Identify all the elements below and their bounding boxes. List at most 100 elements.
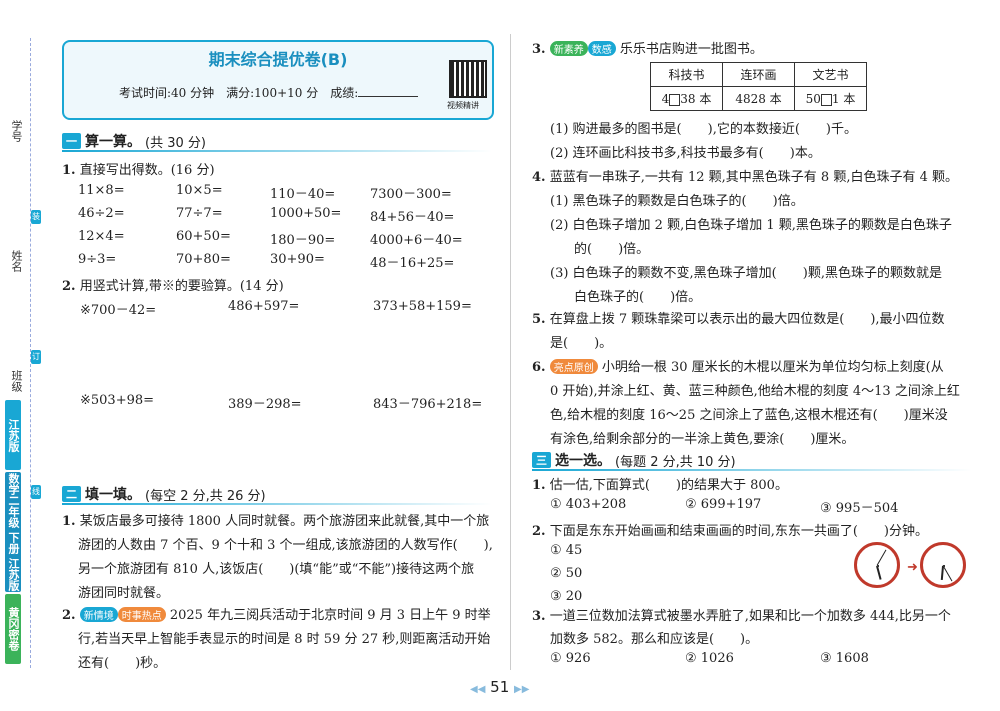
mental-math-item: 110－40= [270,187,336,202]
fill-2-line: 行,若当天早上智能手表显示的时间是 8 时 59 分 27 秒,则距离活动开始 [78,632,491,647]
sub-question: (2) 连环画比科技书多,科技书最多有( )本。 [550,146,821,161]
table-header: 科技书 [650,62,723,87]
option[interactable]: ② 1026 [685,651,734,666]
question-r3: 3. 新素养 数感 乐乐书店购进一批图书。 [532,41,763,57]
blank-box[interactable] [820,93,832,106]
mental-math-item: 180－90= [270,233,336,248]
page-number: ◀◀ 51 ▶▶ [470,678,530,696]
grade-bar: 数学二年级 下册 江苏版 [5,472,21,592]
option[interactable]: ③ 20 [550,589,582,604]
option[interactable]: ③ 1608 [820,651,869,666]
brand-bar: 黄冈密卷 [5,594,21,664]
next-arrow-icon: ▶▶ [514,684,530,695]
tag-badge: 数感 [587,41,616,56]
page-divider [510,34,511,670]
question-r5-line: 是( )。 [550,336,613,351]
sub-question: (1) 购进最多的图书是( ),它的本数接近( )千。 [550,122,857,137]
vertical-calc: 843－796+218= [373,397,483,412]
table-cell: 50 1 本 [794,86,867,111]
start-clock-icon [854,542,900,588]
mental-math-item: 70+80= [176,252,231,267]
section-divider [532,469,972,471]
vertical-calc: 389－298= [228,397,302,412]
choice-3-line: 加数多 582。那么和应该是( )。 [550,632,759,647]
question-2: 2. 用竖式计算,带※的要验算。(14 分) [62,279,284,294]
fill-1-line: 游团的人数由 7 个百、9 个十和 3 个一组成,该旅游团的人数写作( ), [78,538,493,553]
mental-math-item: 60+50= [176,229,231,244]
fill-1-line: 游团同时就餐。 [78,586,170,601]
prev-arrow-icon: ◀◀ [470,684,486,695]
cut-mark: 装 [31,210,41,224]
table-cell: 4828 本 [722,86,795,111]
qr-code-icon[interactable] [449,60,487,98]
vertical-calc: 486+597= [228,299,300,314]
table-header: 连环画 [722,62,795,87]
qr-label: 视频精讲 [447,101,479,110]
vertical-calc: 373+58+159= [373,299,472,314]
question-r5: 5. 在算盘上拨 7 颗珠靠梁可以表示出的最大四位数是( ),最小四位数 [532,312,945,327]
section-3-heading: 三选一选。 (每题 2 分,共 10 分) [532,450,736,470]
sub-question: (1) 黑色珠子的颗数是白色珠子的( )倍。 [550,194,804,209]
class-label: 班级 [10,370,23,392]
question-r6-line: 有涂色,给剩余部分的一半涂上黄色,要涂( )厘米。 [550,432,855,447]
name-label: 姓名 [10,250,23,272]
sub-question: 的( )倍。 [574,242,650,257]
tag-badge: 新素养 [549,41,588,56]
vertical-calc: ※700－42= [80,303,157,318]
mental-math-item: 10×5= [176,183,223,198]
option[interactable]: ② 50 [550,566,582,581]
mental-math-item: 46÷2= [78,206,125,221]
fill-2-line: 2. 新情境 时事热点 2025 年九三阅兵活动于北京时间 9 月 3 日上午 9… [62,607,491,623]
edition-bar: 江苏版 [5,400,21,470]
student-number-label: 学号 [10,120,23,142]
section-1-heading: 一算一算。 (共 30 分) [62,131,206,151]
mental-math-item: 30+90= [270,252,325,267]
option[interactable]: ② 699+197 [685,497,761,512]
mental-math-item: 77÷7= [176,206,223,221]
question-r6: 6. 亮点原创 小明给一根 30 厘米长的木棍以厘米为单位均匀标上刻度(从 [532,359,944,375]
mental-math-item: 9÷3= [78,252,117,267]
table-header: 文艺书 [794,62,867,87]
choice-3: 3. 一道三位数加法算式被墨水弄脏了,如果和比一个加数多 444,比另一个 [532,609,951,624]
fill-1-line: 1. 某饭店最多可接待 1800 人同时就餐。两个旅游团来此就餐,其中一个旅 [62,514,490,529]
question-r4: 4. 蓝蓝有一串珠子,一共有 12 颗,其中黑色珠子有 8 颗,白色珠子有 4 … [532,170,958,185]
exam-info: 考试时间:40 分钟 满分:100+10 分 成绩: [119,84,419,101]
option[interactable]: ① 403+208 [550,497,626,512]
option[interactable]: ③ 995－504 [820,497,898,516]
exam-title: 期末综合提优卷(B) [208,50,348,69]
section-2-heading: 二填一填。 (每空 2 分,共 26 分) [62,484,266,504]
section-divider [62,150,492,152]
vertical-calc: ※503+98= [80,393,155,408]
fill-1-line: 另一个旅游团有 810 人,该饭店( )(填“能”或“不能”)接待这两个旅 [78,562,475,577]
sub-question: 白色珠子的( )倍。 [574,290,702,305]
mental-math-item: 1000+50= [270,206,342,221]
mental-math-item: 84+56－40= [370,210,455,225]
option[interactable]: ① 45 [550,543,582,558]
question-r6-line: 色,给木棍的刻度 16～25 之间涂上了蓝色,这根木棍还有( )厘米没 [550,408,948,423]
mental-math-item: 12×4= [78,229,125,244]
arrow-icon: ➜ [907,560,918,575]
question-r6-line: 0 开始),并涂上红、黄、蓝三种颜色,他给木棍的刻度 4～13 之间涂上红 [550,384,960,399]
tag-badge: 亮点原创 [549,359,598,374]
exam-header: 期末综合提优卷(B) 考试时间:40 分钟 满分:100+10 分 成绩: 视频… [62,40,494,120]
sub-question: (3) 白色珠子的颗数不变,黑色珠子增加( )颗,黑色珠子的颗数就是 [550,266,942,281]
fill-2-line: 还有( )秒。 [78,656,167,671]
section-divider [62,503,492,505]
tag-badge: 新情境 [79,607,118,622]
option[interactable]: ① 926 [550,651,591,666]
binding-margin: 学号 姓名 班级 装 订 线 江苏版 数学二年级 下册 江苏版 黄冈密卷 [0,0,48,711]
tag-badge: 时事热点 [117,607,166,622]
mental-math-item: 48－16+25= [370,256,455,271]
mental-math-item: 7300－300= [370,187,452,202]
table-cell: 4 38 本 [650,86,723,111]
mental-math-item: 11×8= [78,183,125,198]
choice-1: 1. 估一估,下面算式( )的结果大于 800。 [532,478,788,493]
choice-2: 2. 下面是东东开始画画和结束画画的时间,东东一共画了( )分钟。 [532,524,928,539]
blank-box[interactable] [669,93,681,106]
mental-math-item: 4000+6－40= [370,233,463,248]
cut-mark: 线 [31,485,41,499]
cut-mark: 订 [31,350,41,364]
sub-question: (2) 白色珠子增加 2 颗,白色珠子增加 1 颗,黑色珠子的颗数是白色珠子 [550,218,952,233]
book-table: 科技书 连环画 文艺书 4 38 本 4828 本 50 1 本 [650,62,867,111]
question-1: 1. 直接写出得数。(16 分) [62,163,215,178]
